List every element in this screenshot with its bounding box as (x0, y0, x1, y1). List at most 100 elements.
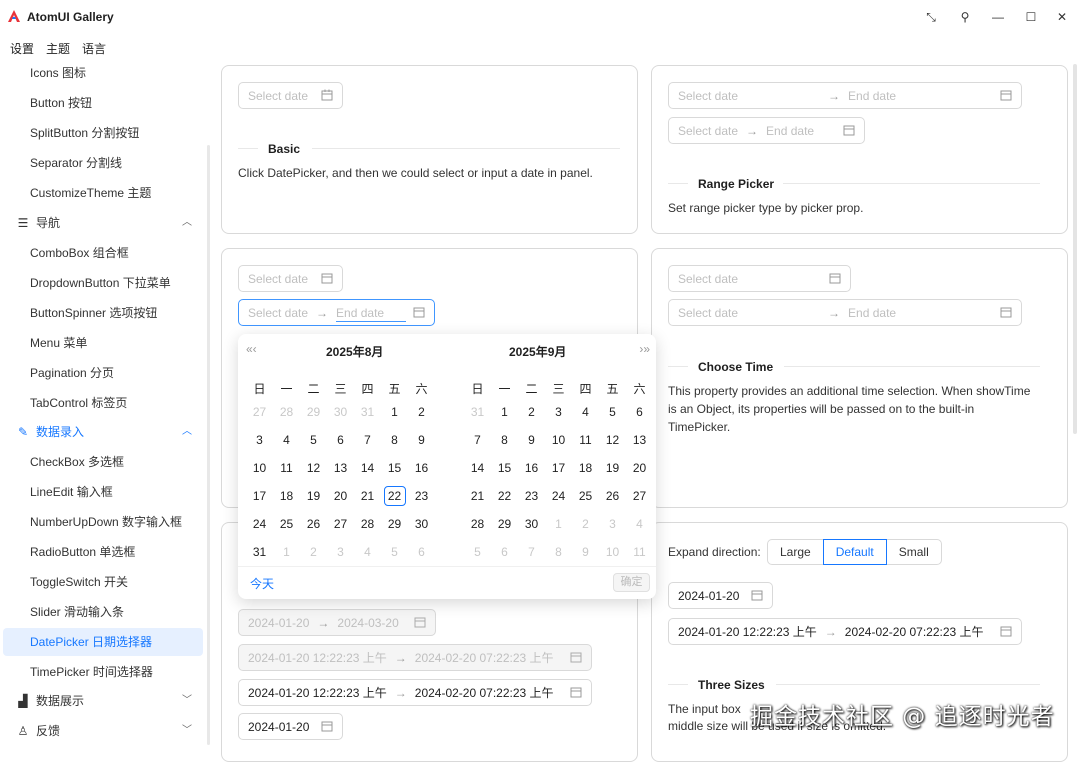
date-picker-2[interactable]: Select date (238, 265, 343, 292)
calendar-day[interactable]: 31 (246, 545, 273, 559)
sidebar-group-nav[interactable]: ☰ 导航 ︿ (16, 213, 196, 233)
calendar-day[interactable]: 5 (300, 433, 327, 447)
calendar-day[interactable]: 10 (246, 461, 273, 475)
calendar-day[interactable]: 4 (626, 517, 653, 531)
calendar-day[interactable]: 16 (518, 461, 545, 475)
calendar-day[interactable]: 20 (626, 461, 653, 475)
calendar-day[interactable]: 30 (408, 517, 435, 531)
sidebar-item-customizetheme[interactable]: CustomizeTheme 主题 (30, 183, 151, 203)
calendar-day[interactable]: 18 (572, 461, 599, 475)
calendar-day[interactable]: 23 (518, 489, 545, 503)
calendar-day[interactable]: 25 (572, 489, 599, 503)
calendar-day[interactable]: 26 (300, 517, 327, 531)
calendar-day[interactable]: 3 (246, 433, 273, 447)
menu-language[interactable]: 语言 (82, 40, 106, 57)
sidebar-item-timepicker[interactable]: TimePicker 时间选择器 (30, 662, 153, 682)
calendar-day[interactable]: 30 (327, 405, 354, 419)
calendar-day[interactable]: 11 (273, 461, 300, 475)
datetime-picker[interactable]: Select date (668, 265, 851, 292)
calendar-day[interactable]: 1 (545, 517, 572, 531)
main-scrollbar[interactable] (1073, 64, 1077, 434)
range-picker-active[interactable]: Select date → End date (238, 299, 435, 326)
sidebar-item-button[interactable]: Button 按钮 (30, 93, 92, 113)
datetime-range-picker-left[interactable]: 2024-01-20 12:22:23 上午 → 2024-02-20 07:2… (238, 679, 592, 706)
calendar-day[interactable]: 11 (626, 545, 653, 559)
calendar-day[interactable]: 29 (381, 517, 408, 531)
close-button[interactable]: ✕ (1053, 8, 1071, 26)
sidebar-item-dropdownbutton[interactable]: DropdownButton 下拉菜单 (30, 273, 171, 293)
sidebar-item-icons[interactable]: Icons 图标 (30, 63, 86, 83)
sidebar-group-data-input[interactable]: ✎ 数据录入 ︿ (16, 422, 196, 442)
sidebar-item-tabcontrol[interactable]: TabControl 标签页 (30, 393, 127, 413)
calendar-day[interactable]: 1 (491, 405, 518, 419)
calendar-day[interactable]: 7 (354, 433, 381, 447)
calendar-day[interactable]: 21 (464, 489, 491, 503)
calendar-day[interactable]: 13 (626, 433, 653, 447)
calendar-day[interactable]: 31 (464, 405, 491, 419)
calendar-day[interactable]: 14 (464, 461, 491, 475)
calendar-day[interactable]: 24 (545, 489, 572, 503)
right-month-title[interactable]: 2025年9月 (509, 343, 566, 360)
maximize-button[interactable]: ☐ (1022, 8, 1040, 26)
next-nav-icon[interactable]: ›» (639, 342, 650, 356)
calendar-day[interactable]: 15 (491, 461, 518, 475)
calendar-day[interactable]: 5 (464, 545, 491, 559)
calendar-day[interactable]: 31 (354, 405, 381, 419)
calendar-day[interactable]: 1 (381, 405, 408, 419)
calendar-day[interactable]: 27 (327, 517, 354, 531)
pin-icon[interactable]: ⚲ (956, 8, 974, 26)
calendar-day[interactable]: 30 (518, 517, 545, 531)
datetime-range-picker-size[interactable]: 2024-01-20 12:22:23 上午 → 2024-02-20 07:2… (668, 618, 1022, 645)
calendar-day[interactable]: 22 (383, 486, 406, 506)
calendar-day[interactable]: 2 (518, 405, 545, 419)
calendar-day[interactable]: 8 (491, 433, 518, 447)
calendar-day[interactable]: 21 (354, 489, 381, 503)
calendar-day[interactable]: 19 (599, 461, 626, 475)
calendar-day[interactable]: 4 (273, 433, 300, 447)
sidebar-item-buttonspinner[interactable]: ButtonSpinner 选项按钮 (30, 303, 157, 323)
sidebar-item-checkbox[interactable]: CheckBox 多选框 (30, 452, 124, 472)
calendar-day[interactable]: 17 (545, 461, 572, 475)
calendar-day[interactable]: 4 (354, 545, 381, 559)
ok-button[interactable]: 确定 (613, 573, 650, 592)
calendar-day[interactable]: 7 (518, 545, 545, 559)
calendar-day[interactable]: 6 (327, 433, 354, 447)
sidebar-item-radiobutton[interactable]: RadioButton 单选框 (30, 542, 135, 562)
calendar-day[interactable]: 14 (354, 461, 381, 475)
calendar-day[interactable]: 2 (408, 405, 435, 419)
date-picker-left-value[interactable]: 2024-01-20 (238, 713, 343, 740)
sidebar-item-separator[interactable]: Separator 分割线 (30, 153, 122, 173)
calendar-day[interactable]: 28 (273, 405, 300, 419)
calendar-day[interactable]: 3 (545, 405, 572, 419)
calendar-day[interactable]: 23 (408, 489, 435, 503)
size-option-large[interactable]: Large (767, 539, 824, 565)
sidebar-group-data-display[interactable]: ▟ 数据展示 ﹀ (16, 691, 196, 711)
sidebar-item-menu[interactable]: Menu 菜单 (30, 333, 87, 353)
calendar-day[interactable]: 4 (572, 405, 599, 419)
sidebar-item-splitbutton[interactable]: SplitButton 分割按钮 (30, 123, 139, 143)
range-picker-1[interactable]: Select date → End date (668, 82, 1022, 109)
calendar-day[interactable]: 5 (381, 545, 408, 559)
calendar-day[interactable]: 18 (273, 489, 300, 503)
left-month-title[interactable]: 2025年8月 (326, 343, 383, 360)
calendar-day[interactable]: 7 (464, 433, 491, 447)
calendar-day[interactable]: 8 (545, 545, 572, 559)
calendar-day[interactable]: 10 (545, 433, 572, 447)
calendar-day[interactable]: 29 (491, 517, 518, 531)
fullscreen-icon[interactable]: ⤡ (922, 8, 940, 26)
calendar-day[interactable]: 19 (300, 489, 327, 503)
today-link[interactable]: 今天 (250, 575, 274, 592)
sidebar-item-lineedit[interactable]: LineEdit 输入框 (30, 482, 113, 502)
calendar-day[interactable]: 22 (491, 489, 518, 503)
date-picker-basic[interactable]: Select date (238, 82, 343, 109)
calendar-day[interactable]: 28 (354, 517, 381, 531)
size-option-default[interactable]: Default (822, 539, 887, 565)
calendar-day[interactable]: 24 (246, 517, 273, 531)
calendar-day[interactable]: 5 (599, 405, 626, 419)
calendar-day[interactable]: 6 (408, 545, 435, 559)
calendar-day[interactable]: 16 (408, 461, 435, 475)
calendar-day[interactable]: 29 (300, 405, 327, 419)
calendar-day[interactable]: 11 (572, 433, 599, 447)
minimize-button[interactable]: — (989, 8, 1007, 26)
calendar-day[interactable]: 9 (518, 433, 545, 447)
